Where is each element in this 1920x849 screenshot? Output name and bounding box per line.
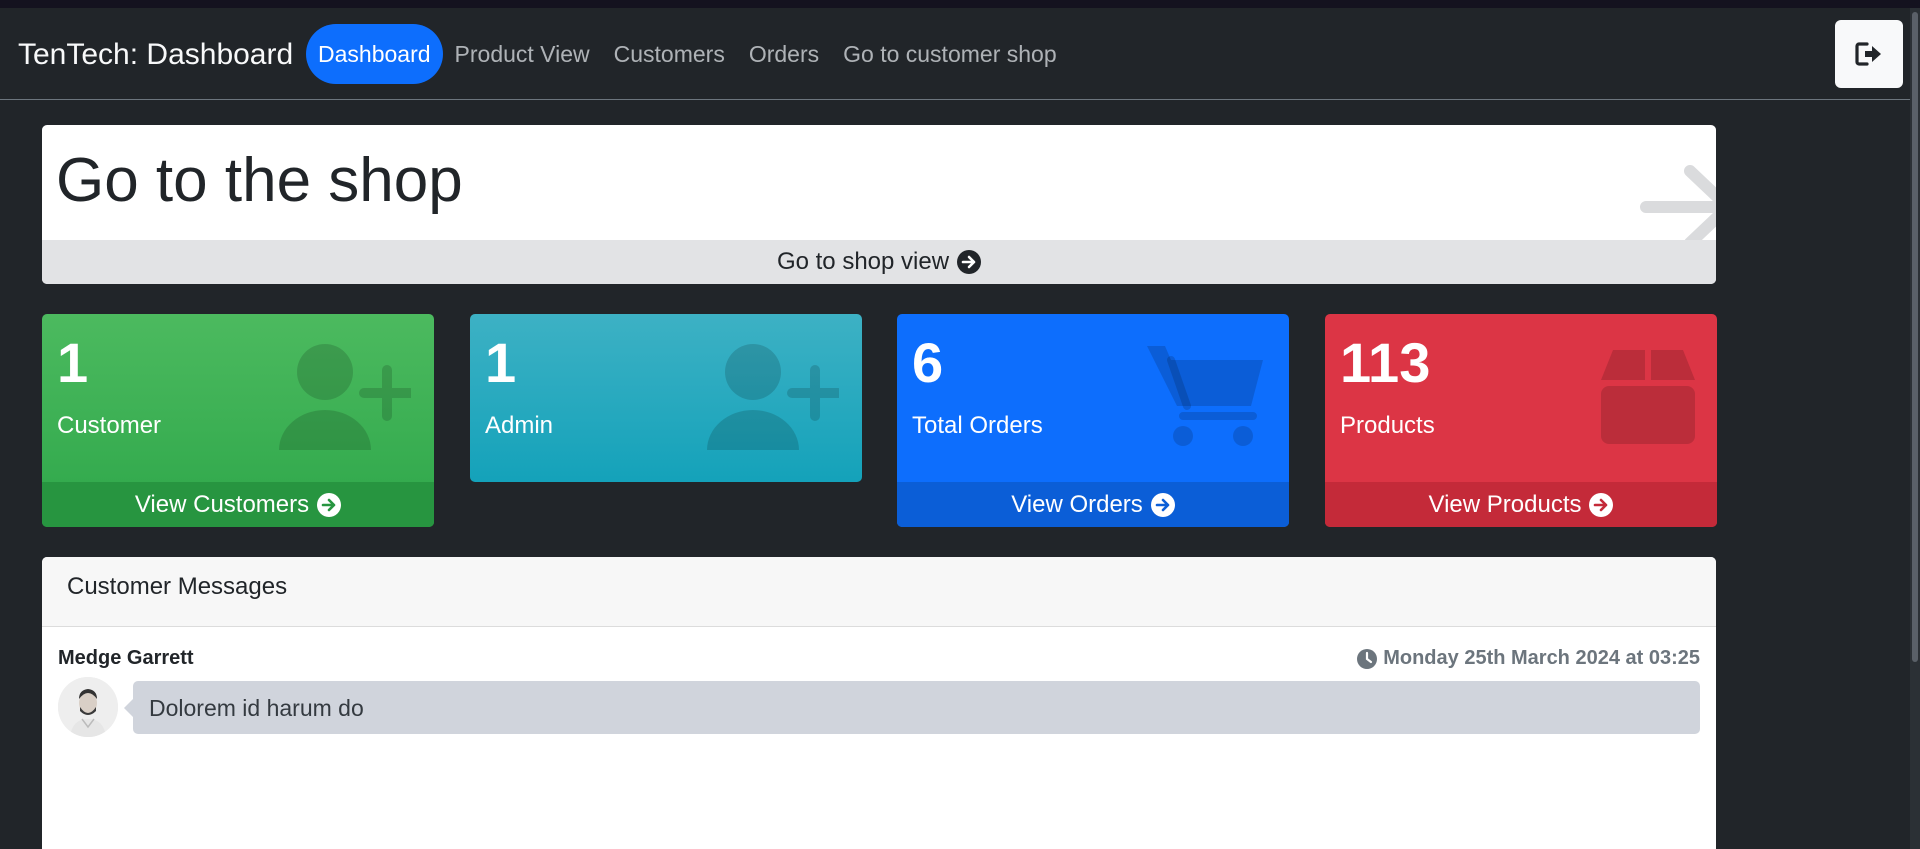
user-plus-icon: [279, 344, 411, 450]
view-products-link[interactable]: View Products: [1325, 482, 1717, 527]
customer-messages-card: Customer Messages Medge Garrett Monday 2…: [42, 557, 1716, 849]
box-icon: [1601, 350, 1695, 444]
orders-count: 6: [912, 331, 944, 394]
user-plus-icon: [707, 344, 839, 450]
customers-count: 1: [57, 331, 89, 394]
admins-label: Admin: [485, 412, 554, 439]
page-scrollbar[interactable]: [1910, 8, 1920, 849]
customer-messages-title: Customer Messages: [42, 557, 1716, 627]
message-timestamp: Monday 25th March 2024 at 03:25: [1357, 647, 1700, 670]
scrollbar-thumb[interactable]: [1912, 12, 1918, 662]
shop-banner-title: Go to the shop: [56, 146, 463, 215]
view-products-label: View Products: [1428, 490, 1582, 518]
logout-icon: [1855, 42, 1881, 66]
message-bubble: Dolorem id harum do: [124, 681, 1700, 734]
admins-stat-card: 1 Admin: [470, 314, 862, 482]
products-label: Products: [1340, 412, 1435, 439]
orders-label: Total Orders: [912, 412, 1043, 439]
nav-orders[interactable]: Orders: [737, 24, 831, 84]
view-orders-label: View Orders: [1011, 490, 1143, 518]
admins-count: 1: [485, 331, 517, 394]
nav-product-view[interactable]: Product View: [443, 24, 602, 84]
message-author: Medge Garrett: [58, 647, 194, 669]
arrow-right-circle-icon: [1150, 492, 1175, 517]
shop-banner-card: Go to the shop Go to shop view: [42, 125, 1716, 284]
orders-stat-card: 6 Total Orders View Orders: [897, 314, 1289, 527]
products-count: 113: [1340, 331, 1431, 394]
message-timestamp-text: Monday 25th March 2024 at 03:25: [1383, 647, 1700, 669]
brand-title[interactable]: TenTech: Dashboard: [18, 38, 293, 72]
window-top-strip: [0, 0, 1920, 8]
large-arrow-right-icon: [1640, 165, 1716, 249]
view-orders-link[interactable]: View Orders: [897, 482, 1289, 527]
arrow-right-circle-icon: [317, 492, 342, 517]
arrow-right-circle-icon: [957, 250, 982, 274]
main-nav: Dashboard Product View Customers Orders …: [306, 24, 1069, 84]
shopping-cart-icon: [1147, 346, 1263, 446]
top-navbar: TenTech: Dashboard Dashboard Product Vie…: [0, 8, 1920, 100]
avatar: [58, 677, 118, 737]
view-customers-label: View Customers: [134, 490, 310, 518]
products-stat-card: 113 Products View Products: [1325, 314, 1717, 527]
nav-customer-shop[interactable]: Go to customer shop: [831, 24, 1069, 84]
customers-label: Customer: [57, 412, 162, 439]
customers-stat-card: 1 Customer View Customers: [42, 314, 434, 527]
go-to-shop-view-link[interactable]: Go to shop view: [42, 240, 1716, 284]
nav-dashboard[interactable]: Dashboard: [306, 24, 443, 84]
nav-customers[interactable]: Customers: [602, 24, 737, 84]
clock-icon: [1357, 648, 1378, 669]
arrow-right-circle-icon: [1589, 492, 1614, 517]
go-to-shop-view-label: Go to shop view: [776, 248, 950, 275]
avatar-portrait-icon: [58, 677, 118, 737]
view-customers-link[interactable]: View Customers: [42, 482, 434, 527]
logout-button[interactable]: [1835, 20, 1903, 88]
